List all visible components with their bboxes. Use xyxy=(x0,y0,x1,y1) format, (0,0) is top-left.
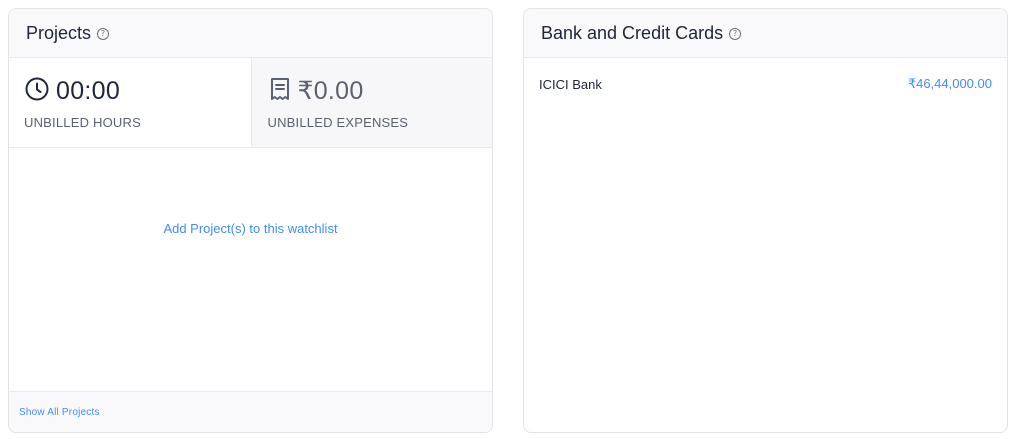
projects-widget: Projects ? 00:00 UNBILLED HOURS ₹0.00 UN… xyxy=(8,8,493,433)
bank-account-name: ICICI Bank xyxy=(539,76,602,92)
projects-footer: Show All Projects xyxy=(9,391,492,432)
unbilled-hours-stat: 00:00 UNBILLED HOURS xyxy=(9,58,251,147)
show-all-projects-link[interactable]: Show All Projects xyxy=(19,407,100,418)
receipt-icon xyxy=(268,76,292,107)
add-projects-link[interactable]: Add Project(s) to this watchlist xyxy=(9,221,492,236)
bank-title: Bank and Credit Cards xyxy=(541,22,724,43)
unbilled-expenses-label: UNBILLED EXPENSES xyxy=(267,115,409,130)
help-icon[interactable]: ? xyxy=(97,28,110,40)
projects-header: Projects ? xyxy=(9,9,492,58)
clock-icon xyxy=(24,76,50,107)
unbilled-expenses-stat: ₹0.00 UNBILLED EXPENSES xyxy=(250,58,492,147)
unbilled-hours-label: UNBILLED HOURS xyxy=(24,115,141,130)
unbilled-expenses-value: ₹0.00 xyxy=(297,77,364,105)
projects-stats: 00:00 UNBILLED HOURS ₹0.00 UNBILLED EXPE… xyxy=(9,58,492,148)
projects-title: Projects xyxy=(26,22,92,43)
bank-cards-widget: Bank and Credit Cards ? ICICI Bank ₹46,4… xyxy=(523,8,1008,433)
bank-header: Bank and Credit Cards ? xyxy=(524,9,1007,58)
help-icon[interactable]: ? xyxy=(729,28,742,40)
bank-account-row[interactable]: ICICI Bank ₹46,44,000.00 xyxy=(524,58,1007,110)
unbilled-hours-value: 00:00 xyxy=(56,76,121,105)
bank-account-amount[interactable]: ₹46,44,000.00 xyxy=(908,76,992,92)
